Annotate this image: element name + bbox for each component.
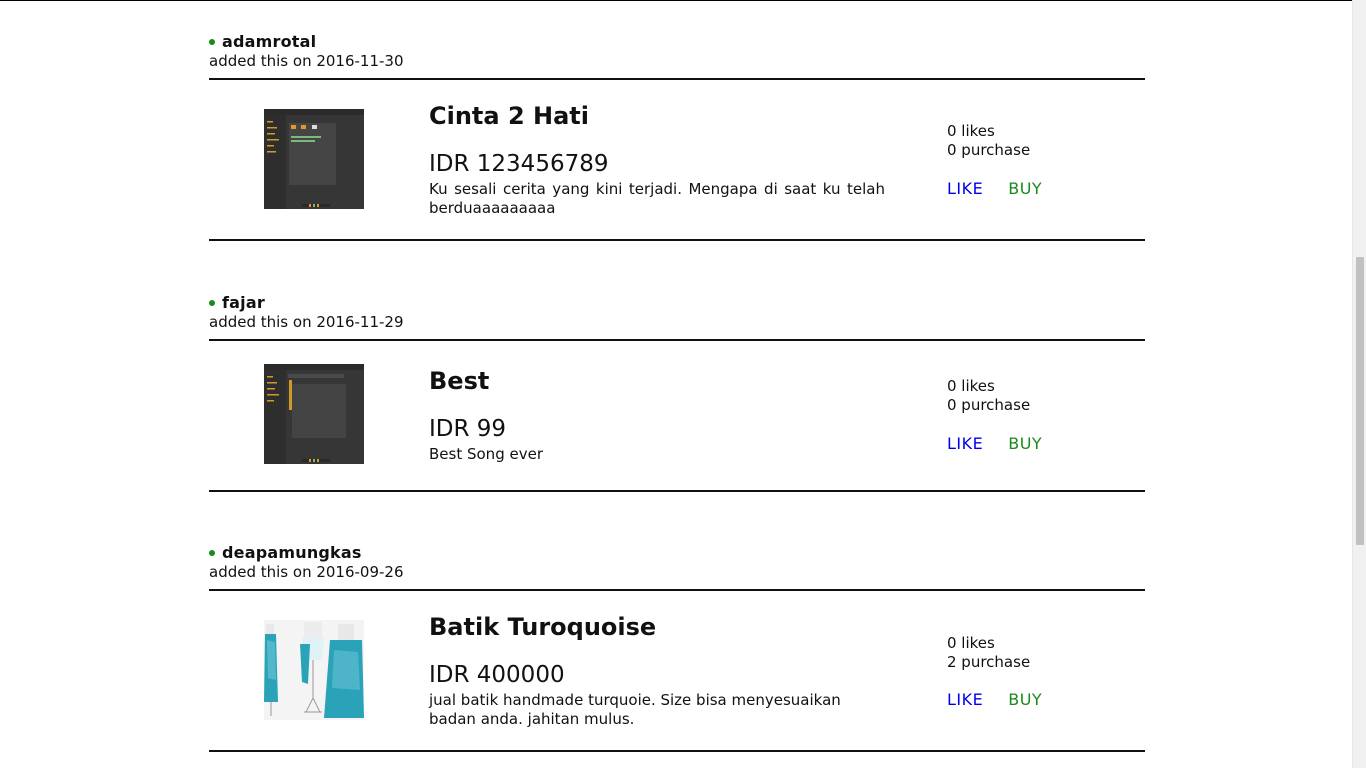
product-actions: LIKE BUY [947, 690, 1042, 709]
divider [209, 78, 1145, 80]
purchase-count: 0 purchase [947, 396, 1031, 414]
divider [209, 589, 1145, 591]
added-date: added this on 2016-09-26 [209, 563, 404, 581]
product-thumbnail[interactable] [264, 109, 364, 209]
username[interactable]: deapamungkas [222, 543, 362, 562]
screenshot-thumbnail-icon [264, 364, 364, 464]
likes-count: 0 likes [947, 377, 995, 395]
product-stats: 0 likes 2 purchase [947, 634, 1030, 672]
post-header: fajar added this on 2016-11-29 [209, 293, 1145, 333]
online-dot-icon [209, 300, 215, 306]
product-stats: 0 likes 0 purchase [947, 122, 1030, 160]
divider [209, 750, 1145, 752]
top-border [0, 0, 1352, 1]
likes-count: 0 likes [947, 122, 995, 140]
divider [209, 490, 1145, 492]
product-thumbnail[interactable] [264, 620, 364, 720]
product-price: IDR 400000 [429, 662, 565, 688]
online-dot-icon [209, 39, 215, 45]
vertical-scrollbar[interactable] [1352, 0, 1366, 768]
product-title[interactable]: Batik Turoquoise [429, 613, 656, 641]
product-description: Ku sesali cerita yang kini terjadi. Meng… [429, 180, 885, 217]
username[interactable]: fajar [222, 293, 265, 312]
user-row: fajar [209, 293, 1145, 312]
product-price: IDR 123456789 [429, 151, 609, 177]
post-header: deapamungkas added this on 2016-09-26 [209, 543, 1145, 583]
username[interactable]: adamrotal [222, 32, 316, 51]
batik-photo-icon [264, 620, 364, 720]
product-price: IDR 99 [429, 416, 507, 442]
buy-button[interactable]: BUY [1008, 434, 1042, 453]
product-stats: 0 likes 0 purchase [947, 377, 1030, 415]
purchase-count: 2 purchase [947, 653, 1031, 671]
added-date: added this on 2016-11-30 [209, 52, 404, 70]
added-date: added this on 2016-11-29 [209, 313, 404, 331]
buy-button[interactable]: BUY [1008, 690, 1042, 709]
buy-button[interactable]: BUY [1008, 179, 1042, 198]
likes-count: 0 likes [947, 634, 995, 652]
product-title[interactable]: Cinta 2 Hati [429, 102, 589, 130]
online-dot-icon [209, 550, 215, 556]
like-button[interactable]: LIKE [947, 434, 983, 453]
product-description: jual batik handmade turquoie. Size bisa … [429, 691, 841, 728]
product-title[interactable]: Best [429, 367, 489, 395]
product-description: Best Song ever [429, 445, 543, 463]
screenshot-thumbnail-icon [264, 109, 364, 209]
user-row: deapamungkas [209, 543, 1145, 562]
scrollbar-thumb[interactable] [1356, 257, 1364, 545]
divider [209, 339, 1145, 341]
post-header: adamrotal added this on 2016-11-30 [209, 32, 1145, 72]
divider [209, 239, 1145, 241]
like-button[interactable]: LIKE [947, 179, 983, 198]
purchase-count: 0 purchase [947, 141, 1031, 159]
product-thumbnail[interactable] [264, 364, 364, 464]
product-actions: LIKE BUY [947, 179, 1042, 198]
product-actions: LIKE BUY [947, 434, 1042, 453]
user-row: adamrotal [209, 32, 1145, 51]
like-button[interactable]: LIKE [947, 690, 983, 709]
